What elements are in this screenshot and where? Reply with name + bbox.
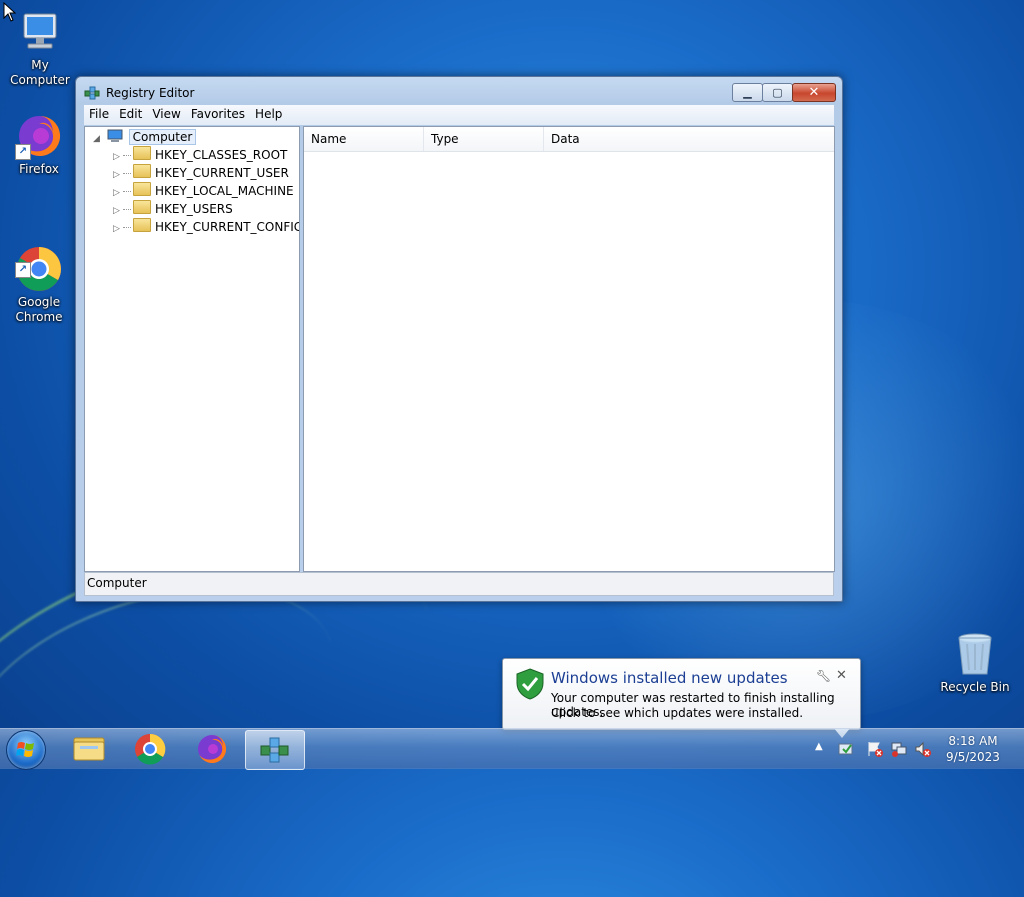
desktop-icon-label: Recycle Bin [940,680,1010,694]
folder-icon [133,200,151,214]
status-text: Computer [87,576,147,590]
desktop-icon-label: Google Chrome [15,295,63,324]
folder-icon [133,164,151,178]
action-center-flag-icon[interactable] [866,740,884,758]
tree-item-label: HKEY_CLASSES_ROOT [155,148,288,162]
registry-editor-icon [84,86,100,100]
volume-muted-icon[interactable] [914,740,932,758]
taskbar-clock[interactable]: 8:18 AM 9/5/2023 [942,733,1004,765]
desktop-icon-firefox[interactable]: ↗ Firefox [0,112,79,177]
desktop-icon-label: Firefox [19,162,59,176]
taskbar-google-chrome[interactable] [121,730,179,768]
chrome-icon [135,733,166,765]
minimize-button[interactable]: ▁ [732,83,763,102]
start-button[interactable] [6,730,46,770]
wrench-options-icon[interactable]: 🔧︎ [816,669,831,683]
close-icon: ✕ [808,85,820,100]
status-bar: Computer [84,572,834,596]
maximize-icon: ▢ [772,86,783,99]
show-hidden-icons-button[interactable]: ▲ [815,741,823,752]
maximize-button[interactable]: ▢ [762,83,793,102]
firefox-icon: ↗ [15,112,63,160]
notification-message-line: Click to see which updates were installe… [551,706,804,720]
menu-help[interactable]: Help [250,105,287,123]
menu-edit[interactable]: Edit [114,105,147,123]
list-header: Name Type Data [304,127,834,152]
computer-icon [16,8,64,56]
shortcut-arrow-icon: ↗ [15,262,31,278]
notification-title: Windows installed new updates [551,669,788,687]
registry-editor-icon [260,737,289,763]
tree-item-hkey-classes-root[interactable]: ▷ HKEY_CLASSES_ROOT [113,146,287,164]
tree-item-label: HKEY_CURRENT_USER [155,166,289,180]
shield-check-icon [516,668,544,700]
menu-file[interactable]: File [84,105,114,123]
folder-icon [133,182,151,196]
registry-tree-pane[interactable]: ◢ Computer ▷ HKEY_CLASSES_ROOT ▷ HKEY_CURR… [84,126,300,572]
close-button[interactable]: ✕ [792,83,836,102]
clock-time: 8:18 AM [948,734,998,748]
tree-item-hkey-local-machine[interactable]: ▷ HKEY_LOCAL_MACHINE [113,182,294,200]
collapse-triangle-icon[interactable]: ◢ [93,130,103,148]
taskbar-registry-editor[interactable] [245,730,305,770]
tree-item-label: Computer [128,129,197,145]
window-title: Registry Editor [106,86,195,100]
registry-editor-window[interactable]: Registry Editor ▁ ▢ ✕ File Edit View Favori… [75,76,843,602]
chrome-icon: ↗ [15,230,63,291]
computer-icon [107,129,123,142]
tree-item-label: HKEY_USERS [155,202,233,216]
column-header-name[interactable]: Name [304,127,424,151]
recycle-bin-icon [951,630,999,678]
folder-icon [133,218,151,232]
clock-date: 9/5/2023 [946,750,1000,764]
update-notification[interactable]: Windows installed new updates Your compu… [502,658,861,738]
tree-item-hkey-users[interactable]: ▷ HKEY_USERS [113,200,233,218]
desktop-icon-recycle-bin[interactable]: Recycle Bin [935,630,1015,695]
network-icon[interactable] [890,740,908,758]
menu-bar: File Edit View Favorites Help [84,105,834,125]
tree-item-label: HKEY_LOCAL_MACHINE [155,184,294,198]
title-bar[interactable]: Registry Editor ▁ ▢ ✕ [76,77,842,105]
menu-view[interactable]: View [147,105,185,123]
desktop-icon-my-computer[interactable]: My Computer [0,8,80,88]
tree-item-computer[interactable]: ◢ Computer [93,128,197,148]
close-icon[interactable]: ✕ [836,668,847,683]
taskbar: ▲ [0,728,1024,770]
windows-update-icon[interactable] [837,740,855,758]
minimize-icon: ▁ [743,86,752,99]
desktop-icon-label: My Computer [10,58,70,87]
menu-favorites[interactable]: Favorites [186,105,250,123]
registry-values-pane[interactable]: Name Type Data [303,126,835,572]
desktop-icon-google-chrome[interactable]: ↗ Google Chrome [0,215,79,340]
tree-item-hkey-current-config[interactable]: ▷ HKEY_CURRENT_CONFIG [113,218,300,238]
firefox-icon [198,734,227,763]
windows-logo-icon [16,742,34,757]
tree-item-hkey-current-user[interactable]: ▷ HKEY_CURRENT_USER [113,164,289,182]
folder-icon [73,737,105,761]
column-header-type[interactable]: Type [424,127,544,151]
shortcut-arrow-icon: ↗ [15,144,31,160]
taskbar-file-explorer[interactable] [60,730,118,768]
folder-icon [133,146,151,160]
column-header-data[interactable]: Data [544,127,831,151]
expand-triangle-icon[interactable]: ▷ [113,220,123,238]
taskbar-firefox[interactable] [183,730,241,768]
tree-item-label: HKEY_CURRENT_CONFIG [155,220,300,234]
